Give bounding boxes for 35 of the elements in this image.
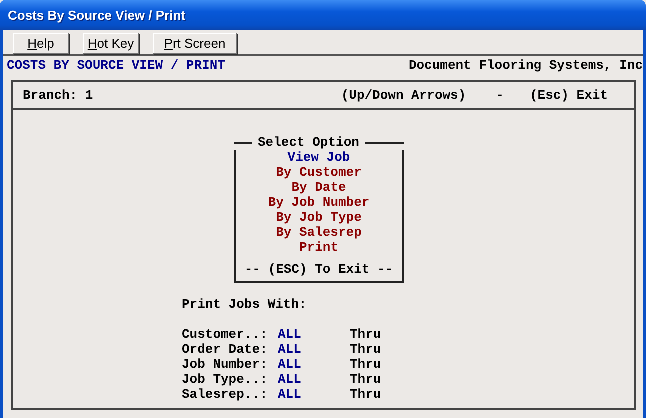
company-name: Document Flooring Systems, Inc bbox=[408, 58, 643, 73]
menu-option[interactable]: By Job Type bbox=[276, 210, 362, 225]
field-label: Order Date: bbox=[182, 342, 269, 357]
field-label: Job Number: bbox=[182, 357, 269, 372]
toolbar-button[interactable]: Help bbox=[13, 33, 69, 54]
menu-option[interactable]: By Job Number bbox=[268, 195, 370, 210]
menu-option[interactable]: By Customer bbox=[276, 165, 362, 180]
window-title: Costs By Source View / Print bbox=[8, 8, 186, 23]
toolbar-button[interactable]: Prt Screen bbox=[153, 33, 237, 54]
branch-label: Branch: 1 bbox=[23, 88, 94, 102]
thru-label: Thru bbox=[350, 327, 382, 342]
screen-title: COSTS BY SOURCE VIEW / PRINT bbox=[7, 58, 226, 73]
navigation-hint: (Up/Down Arrows) bbox=[341, 88, 466, 102]
thru-label: Thru bbox=[350, 387, 382, 402]
toolbar-button[interactable]: Hot Key bbox=[83, 33, 139, 54]
menu-option[interactable]: By Date bbox=[292, 180, 346, 195]
field-value[interactable]: ALL bbox=[278, 387, 350, 402]
hint-separator: - bbox=[496, 88, 504, 102]
field-label: Job Type..: bbox=[182, 372, 269, 387]
thru-label: Thru bbox=[350, 372, 382, 387]
menu-option[interactable]: By Salesrep bbox=[276, 225, 362, 240]
field-value[interactable]: ALL bbox=[278, 327, 350, 342]
field-label: Salesrep..: bbox=[182, 387, 269, 402]
thru-label: Thru bbox=[350, 342, 382, 357]
menu-option[interactable]: Print bbox=[299, 240, 338, 255]
exit-hint: (Esc) Exit bbox=[530, 88, 608, 102]
thru-label: Thru bbox=[350, 357, 382, 372]
criteria-heading: Print Jobs With: bbox=[182, 297, 307, 312]
menu-option[interactable]: View Job bbox=[288, 150, 350, 165]
field-value[interactable]: ALL bbox=[278, 342, 350, 357]
field-value[interactable]: ALL bbox=[278, 372, 350, 387]
menu-title: Select Option bbox=[258, 135, 360, 150]
field-value[interactable]: ALL bbox=[278, 357, 350, 372]
field-label: Customer..: bbox=[182, 327, 269, 342]
exit-hint: -- (ESC) To Exit -- bbox=[244, 262, 394, 277]
